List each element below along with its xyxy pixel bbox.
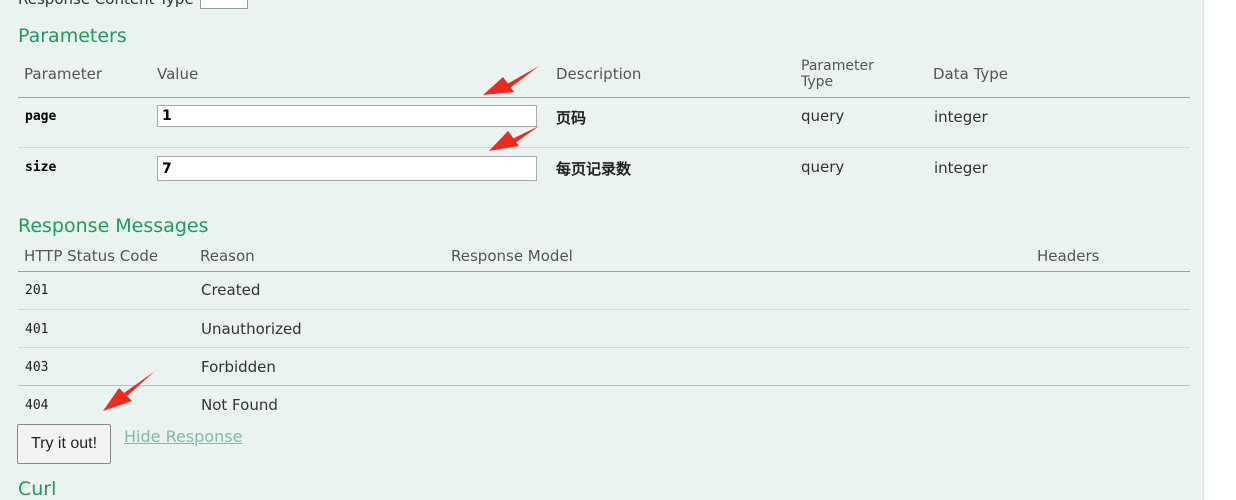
response-content-type-row: Response Content Type — [18, 0, 248, 9]
param-header-parameter: Parameter — [24, 65, 103, 83]
response-header-headers: Headers — [1037, 247, 1100, 265]
response-header-reason: Reason — [200, 247, 255, 265]
response-row-divider — [18, 385, 1190, 386]
param-header-description: Description — [556, 65, 642, 83]
response-header-status-code: HTTP Status Code — [24, 247, 159, 265]
response-code-403: 403 — [25, 360, 49, 375]
param-type-size: query — [801, 158, 845, 176]
param-type-page: query — [801, 107, 845, 125]
page-value-input[interactable] — [157, 105, 537, 127]
response-reason-unauthorized: Unauthorized — [201, 320, 302, 338]
param-header-parameter-type: Parameter Type — [801, 58, 874, 90]
data-type-size: integer — [934, 159, 988, 177]
try-it-out-button[interactable]: Try it out! — [17, 424, 111, 464]
response-header-model: Response Model — [451, 247, 573, 265]
response-row-divider — [18, 347, 1190, 348]
response-code-404: 404 — [25, 398, 49, 413]
response-header-divider — [18, 271, 1190, 272]
response-row-divider — [18, 309, 1190, 310]
response-reason-created: Created — [201, 281, 261, 299]
param-row-divider — [18, 147, 1190, 148]
response-code-201: 201 — [25, 283, 49, 298]
param-header-value: Value — [157, 65, 199, 83]
param-header-data-type: Data Type — [933, 65, 1009, 83]
curl-title: Curl — [18, 478, 57, 500]
response-reason-forbidden: Forbidden — [201, 358, 276, 376]
response-messages-title: Response Messages — [18, 215, 209, 237]
param-description-size: 每页记录数 — [556, 160, 632, 178]
hide-response-link[interactable]: Hide Response — [124, 427, 242, 446]
response-code-401: 401 — [25, 322, 49, 337]
response-content-type-label: Response Content Type — [18, 0, 194, 8]
param-name-size: size — [25, 160, 57, 175]
parameters-title: Parameters — [18, 25, 127, 47]
response-reason-not-found: Not Found — [201, 396, 278, 414]
response-content-type-select[interactable] — [199, 0, 248, 9]
size-value-input[interactable] — [157, 156, 537, 181]
param-header-divider — [18, 97, 1190, 98]
param-description-page: 页码 — [556, 109, 587, 127]
param-name-page: page — [25, 109, 57, 124]
data-type-page: integer — [934, 108, 988, 126]
